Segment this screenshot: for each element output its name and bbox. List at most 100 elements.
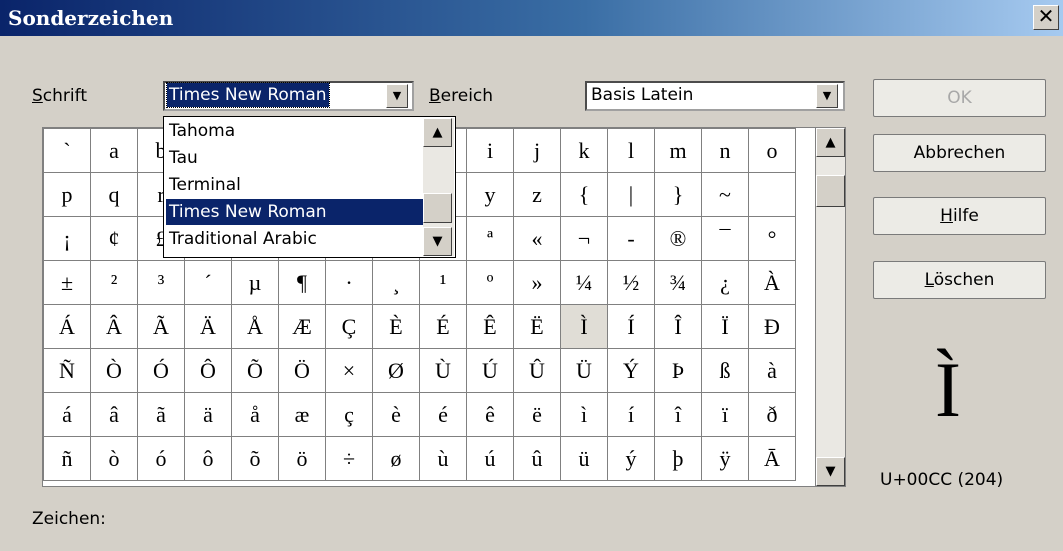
character-cell[interactable]: Á	[43, 304, 91, 349]
scroll-down-icon[interactable]: ▼	[816, 457, 845, 486]
character-cell[interactable]: ô	[184, 436, 232, 481]
character-cell[interactable]: `	[43, 128, 91, 173]
character-cell[interactable]: -	[607, 216, 655, 261]
character-cell[interactable]: ß	[701, 348, 749, 393]
character-cell[interactable]: Ó	[137, 348, 185, 393]
chevron-down-icon[interactable]: ▼	[386, 84, 408, 108]
character-cell[interactable]: ½	[607, 260, 655, 305]
character-cell[interactable]: |	[607, 172, 655, 217]
font-option[interactable]: Times New Roman	[166, 199, 424, 225]
font-option[interactable]: Tahoma	[166, 118, 424, 144]
font-option[interactable]: Traditional Arabic	[166, 226, 424, 252]
character-cell[interactable]: æ	[278, 392, 326, 437]
cancel-button[interactable]: Abbrechen	[873, 134, 1046, 172]
character-cell[interactable]: ¿	[701, 260, 749, 305]
character-cell[interactable]: a	[90, 128, 138, 173]
character-cell[interactable]: y	[466, 172, 514, 217]
character-cell[interactable]: }	[654, 172, 702, 217]
character-cell[interactable]: ü	[560, 436, 608, 481]
character-cell[interactable]: ë	[513, 392, 561, 437]
character-cell[interactable]: Ñ	[43, 348, 91, 393]
character-cell[interactable]: Ø	[372, 348, 420, 393]
character-cell[interactable]: í	[607, 392, 655, 437]
scroll-down-icon[interactable]: ▼	[423, 227, 452, 256]
character-cell[interactable]: ï	[701, 392, 749, 437]
range-combobox[interactable]: Basis Latein	[585, 81, 845, 111]
character-cell[interactable]: è	[372, 392, 420, 437]
character-cell[interactable]: Ä	[184, 304, 232, 349]
character-cell[interactable]: É	[419, 304, 467, 349]
character-cell[interactable]: ¾	[654, 260, 702, 305]
character-cell[interactable]: ø	[372, 436, 420, 481]
character-cell[interactable]: Û	[513, 348, 561, 393]
character-cell[interactable]: ¯	[701, 216, 749, 261]
help-button[interactable]: Hilfe	[873, 197, 1046, 235]
character-cell[interactable]: ð	[748, 392, 796, 437]
character-cell[interactable]: À	[748, 260, 796, 305]
delete-button[interactable]: Löschen	[873, 261, 1046, 299]
character-cell[interactable]: Å	[231, 304, 279, 349]
character-cell[interactable]: Ê	[466, 304, 514, 349]
character-cell[interactable]: Ò	[90, 348, 138, 393]
character-cell[interactable]: Ì	[560, 304, 608, 349]
character-cell[interactable]: Î	[654, 304, 702, 349]
font-combobox[interactable]: Times New Roman	[163, 81, 414, 111]
character-cell[interactable]: Õ	[231, 348, 279, 393]
character-cell[interactable]: Ð	[748, 304, 796, 349]
dropdown-scrollbar[interactable]: ▲ ▼	[423, 118, 454, 256]
character-cell[interactable]: Ā	[748, 436, 796, 481]
character-cell[interactable]: î	[654, 392, 702, 437]
character-cell[interactable]: â	[90, 392, 138, 437]
character-cell[interactable]: Æ	[278, 304, 326, 349]
character-cell[interactable]: ±	[43, 260, 91, 305]
character-cell[interactable]: ¶	[278, 260, 326, 305]
character-cell[interactable]: q	[90, 172, 138, 217]
character-cell[interactable]: ì	[560, 392, 608, 437]
character-cell[interactable]: ®	[654, 216, 702, 261]
character-cell[interactable]: ú	[466, 436, 514, 481]
character-cell[interactable]: Ú	[466, 348, 514, 393]
character-cell[interactable]: õ	[231, 436, 279, 481]
close-button[interactable]: ✕	[1033, 5, 1059, 30]
character-cell[interactable]: ~	[701, 172, 749, 217]
character-cell[interactable]: Â	[90, 304, 138, 349]
character-cell[interactable]	[748, 172, 796, 217]
character-cell[interactable]: ¬	[560, 216, 608, 261]
character-cell[interactable]: ¼	[560, 260, 608, 305]
character-cell[interactable]: o	[748, 128, 796, 173]
character-cell[interactable]: {	[560, 172, 608, 217]
character-cell[interactable]: ý	[607, 436, 655, 481]
character-cell[interactable]: û	[513, 436, 561, 481]
character-cell[interactable]: p	[43, 172, 91, 217]
character-cell[interactable]: «	[513, 216, 561, 261]
character-cell[interactable]: Ý	[607, 348, 655, 393]
character-cell[interactable]: z	[513, 172, 561, 217]
character-cell[interactable]: °	[748, 216, 796, 261]
scroll-up-icon[interactable]: ▲	[816, 128, 845, 157]
character-cell[interactable]: m	[654, 128, 702, 173]
character-cell[interactable]: ÿ	[701, 436, 749, 481]
character-cell[interactable]: þ	[654, 436, 702, 481]
character-cell[interactable]: Ç	[325, 304, 373, 349]
character-cell[interactable]: È	[372, 304, 420, 349]
character-cell[interactable]: ó	[137, 436, 185, 481]
character-cell[interactable]: Ö	[278, 348, 326, 393]
character-cell[interactable]: l	[607, 128, 655, 173]
character-cell[interactable]: »	[513, 260, 561, 305]
character-cell[interactable]: Ù	[419, 348, 467, 393]
character-cell[interactable]: ê	[466, 392, 514, 437]
font-option[interactable]: Tau	[166, 145, 424, 171]
chevron-down-icon[interactable]: ▼	[816, 84, 838, 108]
character-cell[interactable]: k	[560, 128, 608, 173]
character-cell[interactable]: ö	[278, 436, 326, 481]
character-cell[interactable]: Ã	[137, 304, 185, 349]
character-cell[interactable]: º	[466, 260, 514, 305]
font-option[interactable]: Terminal	[166, 172, 424, 198]
scroll-thumb[interactable]	[423, 193, 452, 223]
character-cell[interactable]: µ	[231, 260, 279, 305]
character-cell[interactable]: ä	[184, 392, 232, 437]
character-cell[interactable]: ¹	[419, 260, 467, 305]
character-cell[interactable]: ·	[325, 260, 373, 305]
character-cell[interactable]: Þ	[654, 348, 702, 393]
character-cell[interactable]: j	[513, 128, 561, 173]
